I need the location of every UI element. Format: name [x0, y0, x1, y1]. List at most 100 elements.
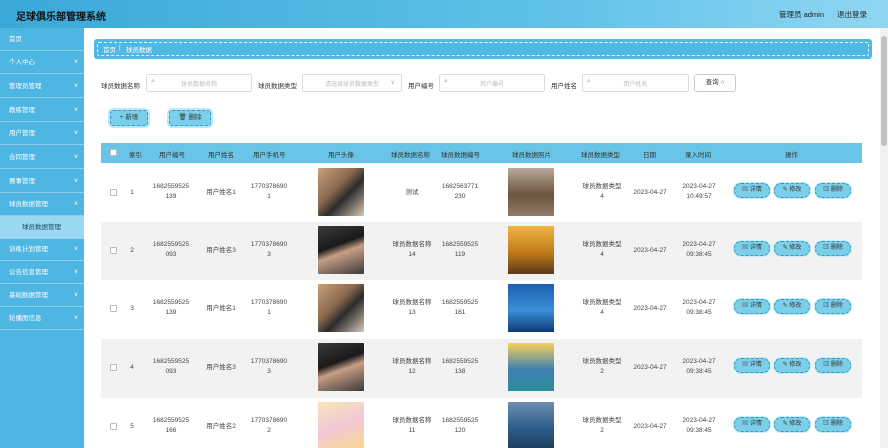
edit-icon: ✎	[782, 362, 788, 368]
cell-phone: 1770378690 3	[250, 241, 288, 258]
trash-icon: ▥	[823, 303, 830, 309]
row-checkbox[interactable]	[110, 364, 117, 371]
cell-data-name: 球员数据名称 11	[392, 417, 432, 434]
sidebar-item-label: 用户管理	[9, 130, 35, 137]
edit-button[interactable]: ✎ 修改	[774, 358, 810, 373]
row-checkbox[interactable]	[110, 305, 117, 312]
detail-button[interactable]: ▤ 详情	[734, 241, 770, 256]
th-uno: 用户编号	[159, 152, 185, 159]
sidebar-item-training[interactable]: 训练计划管理 ∨	[0, 238, 84, 261]
data-photo	[508, 226, 554, 274]
table-row: 3 1682559525 139 用户姓名1 1770378690 1 球员数据名称 13 16…	[101, 280, 862, 339]
detail-button[interactable]: ▤ 详情	[734, 417, 770, 432]
detail-button[interactable]: ▤ 详情	[734, 358, 770, 373]
cell-phone: 1770378690 2	[250, 417, 288, 434]
th-uname: 用户姓名	[208, 152, 234, 159]
cell-phone: 1770378690 1	[250, 299, 288, 316]
cell-user-no: 1682559525 093	[152, 358, 190, 375]
row-checkbox[interactable]	[110, 189, 117, 196]
delete-button[interactable]: ▥ 删除	[815, 241, 851, 256]
filter-type-select[interactable]: 请选择球员数据类型 ∨	[302, 74, 402, 92]
detail-icon: ▤	[742, 187, 749, 193]
edit-button[interactable]: ✎ 修改	[774, 183, 810, 198]
edit-icon: ✎	[782, 187, 788, 193]
sidebar-item-label: 合同管理	[9, 154, 35, 161]
delete-button[interactable]: ▥ 删除	[815, 417, 851, 432]
chevron-down-icon: ∨	[73, 59, 78, 65]
add-button[interactable]: + 新增	[110, 110, 148, 126]
sidebar-item-player-data[interactable]: 球员数据管理 ∧	[0, 193, 84, 216]
sidebar-item-label: 球员数据管理	[22, 224, 61, 231]
chevron-down-icon: ∨	[73, 246, 78, 252]
sidebar-item-admin[interactable]: 管理员管理 ∨	[0, 75, 84, 98]
cell-phone: 1770378690 3	[250, 358, 288, 375]
cell-phone: 1770378690 1	[250, 183, 288, 200]
detail-button[interactable]: ▤ 详情	[734, 299, 770, 314]
batch-delete-button[interactable]: 🗑 删除	[169, 110, 211, 126]
cell-data-no: 1682563771 230	[441, 183, 479, 200]
trash-icon: ▥	[823, 421, 830, 427]
sidebar-item-carousel[interactable]: 轮播图信息 ∨	[0, 307, 84, 330]
avatar	[318, 284, 364, 332]
sidebar-item-basic[interactable]: 基础数据管理 ∨	[0, 284, 84, 307]
select-all-checkbox[interactable]	[110, 149, 117, 156]
scrollbar-thumb[interactable]	[881, 36, 887, 146]
trash-icon: ▥	[823, 187, 830, 193]
sidebar-item-label: 首页	[9, 36, 22, 43]
sidebar-item-contract[interactable]: 合同管理 ∨	[0, 146, 84, 169]
th-avatar: 用户头像	[328, 152, 354, 159]
breadcrumb-border	[97, 42, 869, 56]
cell-index: 3	[130, 305, 134, 312]
cell-entry-time: 2023-04-27 09:38:45	[682, 299, 716, 316]
row-checkbox[interactable]	[110, 423, 117, 430]
cell-date: 2023-04-27	[633, 423, 667, 430]
table-row: 4 1682559525 093 用户姓名3 1770378690 3 球员数据名称 12 16…	[101, 339, 862, 398]
sidebar-item-match[interactable]: 赛事管理 ∨	[0, 170, 84, 193]
filter-uname-input[interactable]: ⌕ 用户姓名	[582, 74, 689, 92]
table-row: 1 1682559525 139 用户姓名1 1770378690 1 测试 16825637…	[101, 164, 862, 223]
add-label: 新增	[125, 114, 139, 121]
cell-user-no: 1682559525 166	[152, 417, 190, 434]
cell-data-type: 球员数据类型 2	[582, 358, 622, 375]
trash-icon: ▥	[823, 362, 830, 368]
trash-icon: ▥	[823, 245, 830, 251]
trash-icon: 🗑	[178, 114, 189, 121]
sidebar-item-label: 轮播图信息	[9, 315, 42, 322]
cell-entry-time: 2023-04-27 09:38:45	[682, 241, 716, 258]
edit-button[interactable]: ✎ 修改	[774, 417, 810, 432]
cell-entry-time: 2023-04-27 09:38:45	[682, 358, 716, 375]
sidebar-item-coach[interactable]: 教练管理 ∨	[0, 99, 84, 122]
edit-button[interactable]: ✎ 修改	[774, 241, 810, 256]
delete-button[interactable]: ▥ 删除	[815, 358, 851, 373]
filter-uno-input[interactable]: ⌕ 用户编号	[439, 74, 545, 92]
sidebar-item-notice[interactable]: 公告信息管理 ∨	[0, 261, 84, 284]
cell-user-no: 1682559525 139	[152, 183, 190, 200]
data-photo	[508, 284, 554, 332]
cell-user-no: 1682559525 093	[152, 241, 190, 258]
query-button[interactable]: 查询 ○	[694, 74, 736, 92]
scrollbar[interactable]	[880, 28, 888, 448]
detail-button[interactable]: ▤ 详情	[734, 183, 770, 198]
data-photo	[508, 343, 554, 391]
delete-button[interactable]: ▥ 删除	[815, 183, 851, 198]
sidebar-item-profile[interactable]: 个人中心 ∨	[0, 51, 84, 74]
filter-name-input[interactable]: ⌕ 球员数据名称	[146, 74, 252, 92]
th-dno: 球员数据编号	[441, 152, 480, 159]
row-checkbox[interactable]	[110, 247, 117, 254]
breadcrumb-home[interactable]: 首页	[103, 44, 116, 54]
filter-uno-label: 用户编号	[408, 83, 434, 90]
sidebar-subitem-player-data[interactable]: 球员数据管理	[0, 216, 84, 239]
delete-button[interactable]: ▥ 删除	[815, 299, 851, 314]
sidebar-item-user[interactable]: 用户管理 ∨	[0, 122, 84, 145]
edit-icon: ✎	[782, 303, 788, 309]
edit-button[interactable]: ✎ 修改	[774, 299, 810, 314]
logout-link[interactable]: 退出登录	[837, 9, 867, 20]
sidebar-item-label: 公告信息管理	[9, 269, 48, 276]
admin-label: 管理员 admin	[779, 10, 825, 19]
breadcrumb: 首页 | 球员数据	[94, 39, 872, 59]
filter-name-label: 球员数据名称	[101, 83, 140, 90]
sidebar-item-home[interactable]: 首页	[0, 28, 84, 51]
detail-icon: ▤	[742, 303, 749, 309]
cell-user-name: 用户姓名2	[206, 423, 236, 430]
cell-date: 2023-04-27	[633, 247, 667, 254]
